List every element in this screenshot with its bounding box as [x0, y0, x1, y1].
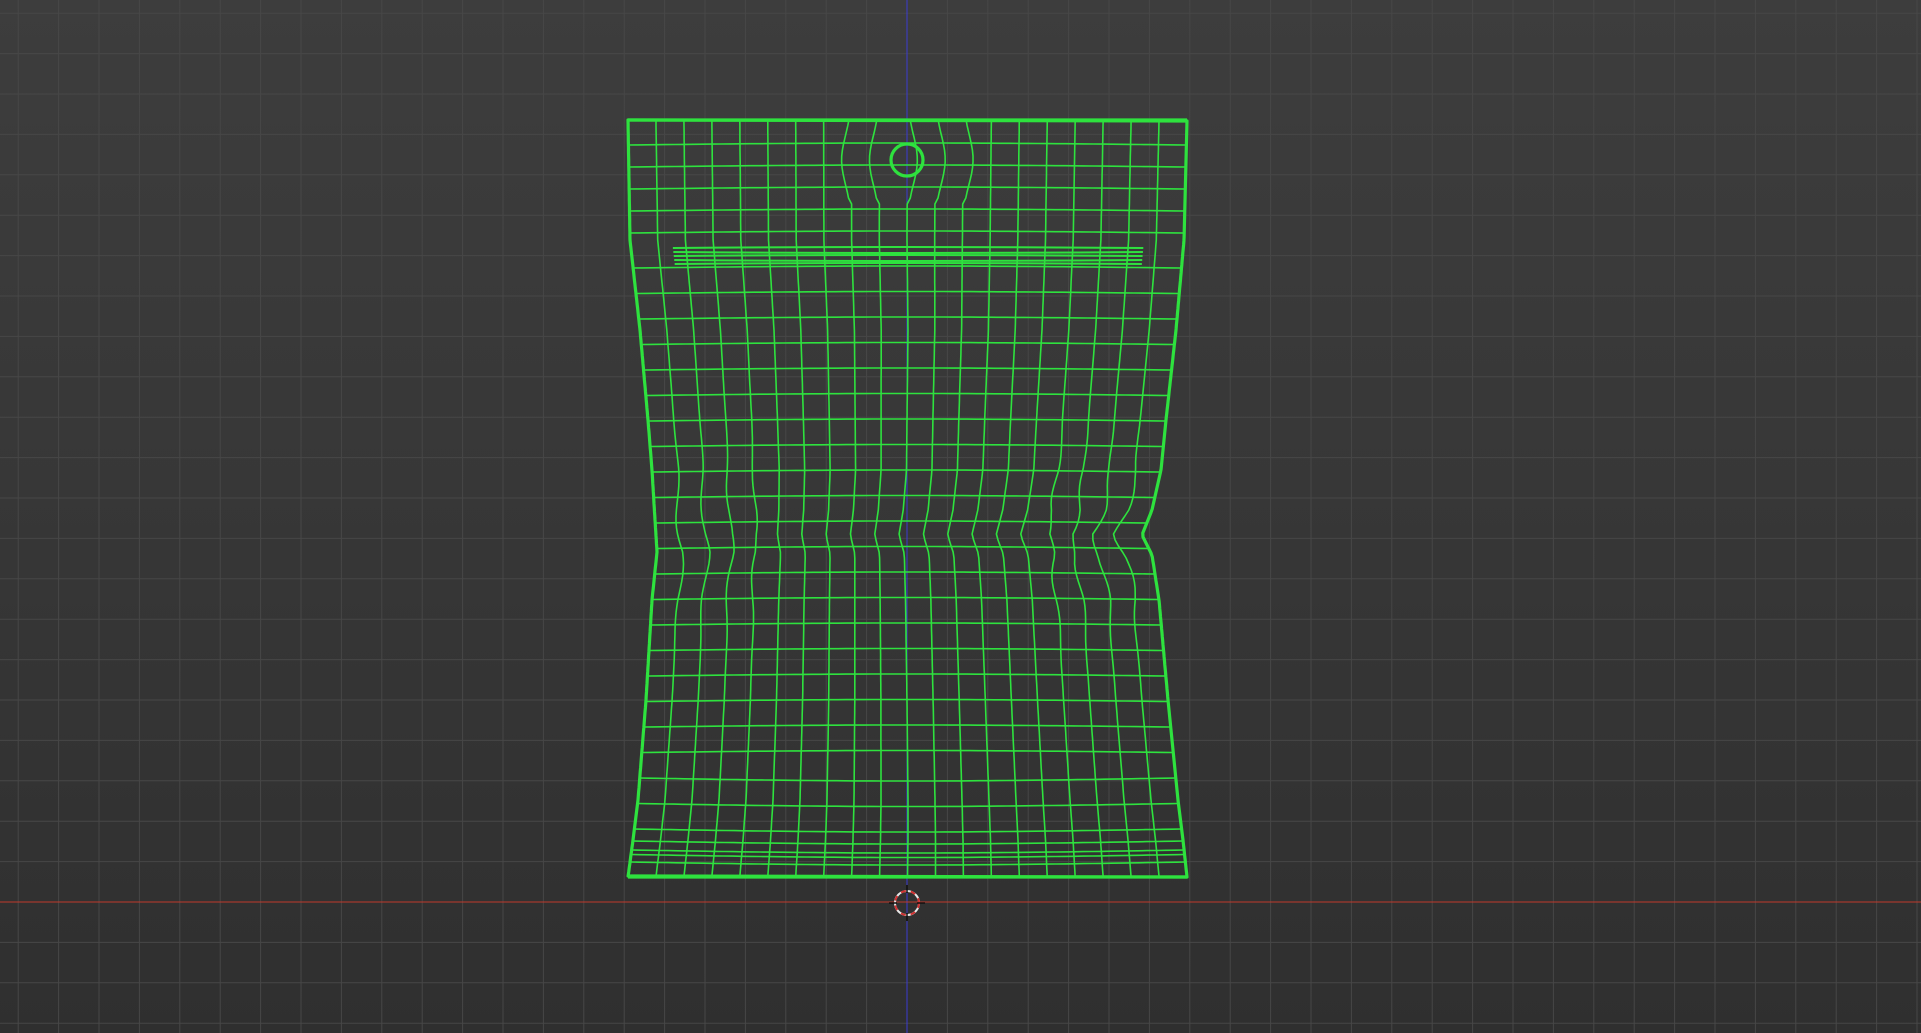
zipper-seal-line: [672, 246, 1144, 249]
zipper-seal-line: [674, 262, 1142, 265]
zipper-seal-line: [673, 254, 1143, 257]
viewport-canvas[interactable]: [0, 0, 1921, 1033]
zipper-seal-line: [674, 259, 1143, 262]
3d-viewport[interactable]: [0, 0, 1921, 1033]
zipper-seal-line: [673, 251, 1143, 254]
